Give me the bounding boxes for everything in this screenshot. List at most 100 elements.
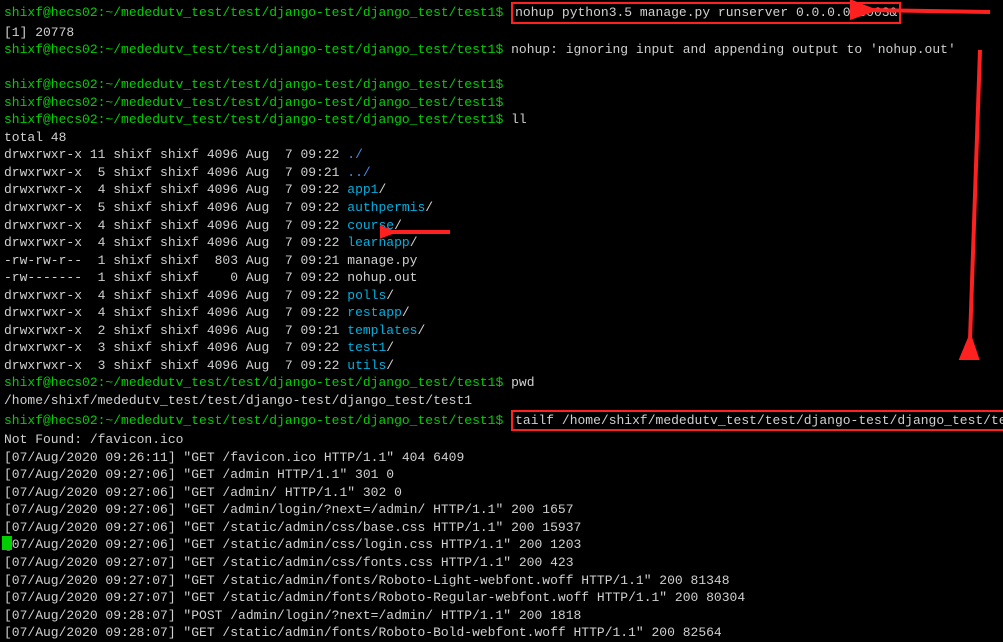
log-line-1: [07/Aug/2020 09:27:06] "GET /admin HTTP/…: [4, 466, 999, 484]
log-entry: [07/Aug/2020 09:27:06] "GET /admin HTTP/…: [4, 467, 394, 482]
shell-prompt: shixf@hecs02:~/mededutv_test/test/django…: [4, 112, 511, 127]
log-entry: [07/Aug/2020 09:26:11] "GET /favicon.ico…: [4, 450, 464, 465]
shell-prompt: shixf@hecs02:~/mededutv_test/test/django…: [4, 42, 511, 57]
ls-row-1: drwxrwxr-x 5 shixf shixf 4096 Aug 7 09:2…: [4, 164, 999, 182]
dir-slash: /: [386, 358, 394, 373]
file-name: nohup.out: [347, 270, 417, 285]
pwd-output-line: /home/shixf/mededutv_test/test/django-te…: [4, 392, 999, 410]
log-entry: [07/Aug/2020 09:27:06] "GET /admin/ HTTP…: [4, 485, 402, 500]
file-perms: drwxrwxr-x 3 shixf shixf 4096 Aug 7 09:2…: [4, 358, 347, 373]
ls-row-0: drwxrwxr-x 11 shixf shixf 4096 Aug 7 09:…: [4, 146, 999, 164]
cmd-line-tailf: shixf@hecs02:~/mededutv_test/test/django…: [4, 410, 999, 432]
file-name: polls: [347, 288, 386, 303]
job-id: [1] 20778: [4, 25, 74, 40]
ls-row-4: drwxrwxr-x 4 shixf shixf 4096 Aug 7 09:2…: [4, 217, 999, 235]
file-perms: drwxrwxr-x 4 shixf shixf 4096 Aug 7 09:2…: [4, 182, 347, 197]
file-name: course: [347, 218, 394, 233]
file-perms: drwxrwxr-x 5 shixf shixf 4096 Aug 7 09:2…: [4, 200, 347, 215]
shell-prompt: shixf@hecs02:~/mededutv_test/test/django…: [4, 375, 511, 390]
file-name: test1: [347, 340, 386, 355]
ls-row-8: drwxrwxr-x 4 shixf shixf 4096 Aug 7 09:2…: [4, 287, 999, 305]
file-name: utils: [347, 358, 386, 373]
nohup-msg-line: shixf@hecs02:~/mededutv_test/test/django…: [4, 41, 999, 59]
file-perms: drwxrwxr-x 4 shixf shixf 4096 Aug 7 09:2…: [4, 235, 347, 250]
log-line-8: [07/Aug/2020 09:27:07] "GET /static/admi…: [4, 589, 999, 607]
file-perms: drwxrwxr-x 4 shixf shixf 4096 Aug 7 09:2…: [4, 288, 347, 303]
file-name: app1: [347, 182, 378, 197]
highlight-nohup-command: nohup python3.5 manage.py runserver 0.0.…: [511, 2, 901, 24]
dir-slash: /: [378, 182, 386, 197]
log-line-7: [07/Aug/2020 09:27:07] "GET /static/admi…: [4, 572, 999, 590]
file-name: authpermis: [347, 200, 425, 215]
terminal-output[interactable]: shixf@hecs02:~/mededutv_test/test/django…: [4, 2, 999, 642]
dir-slash: /: [425, 200, 433, 215]
cmd-line-nohup: shixf@hecs02:~/mededutv_test/test/django…: [4, 2, 999, 24]
file-perms: drwxrwxr-x 4 shixf shixf 4096 Aug 7 09:2…: [4, 218, 347, 233]
log-line-6: [07/Aug/2020 09:27:07] "GET /static/admi…: [4, 554, 999, 572]
ls-row-6: -rw-rw-r-- 1 shixf shixf 803 Aug 7 09:21…: [4, 252, 999, 270]
log-entry: [07/Aug/2020 09:27:06] "GET /admin/login…: [4, 502, 574, 517]
ls-row-7: -rw------- 1 shixf shixf 0 Aug 7 09:22 n…: [4, 269, 999, 287]
file-name: ../: [347, 165, 370, 180]
file-perms: drwxrwxr-x 11 shixf shixf 4096 Aug 7 09:…: [4, 147, 347, 162]
cmd-line-ll: shixf@hecs02:~/mededutv_test/test/django…: [4, 111, 999, 129]
file-perms: drwxrwxr-x 5 shixf shixf 4096 Aug 7 09:2…: [4, 165, 347, 180]
ll-command: ll: [511, 112, 527, 127]
dir-slash: /: [386, 288, 394, 303]
log-entry: [07/Aug/2020 09:27:06] "GET /static/admi…: [4, 537, 581, 552]
log-line-9: [07/Aug/2020 09:28:07] "POST /admin/logi…: [4, 607, 999, 625]
total-line: total 48: [4, 130, 66, 145]
dir-slash: /: [402, 305, 410, 320]
cursor-indicator: [2, 536, 12, 550]
shell-prompt: shixf@hecs02:~/mededutv_test/test/django…: [4, 5, 511, 20]
empty-prompt-1: shixf@hecs02:~/mededutv_test/test/django…: [4, 76, 999, 94]
file-name: templates: [347, 323, 417, 338]
log-entry: [07/Aug/2020 09:27:06] "GET /static/admi…: [4, 520, 581, 535]
ls-row-5: drwxrwxr-x 4 shixf shixf 4096 Aug 7 09:2…: [4, 234, 999, 252]
ls-row-12: drwxrwxr-x 3 shixf shixf 4096 Aug 7 09:2…: [4, 357, 999, 375]
shell-prompt: shixf@hecs02:~/mededutv_test/test/django…: [4, 413, 511, 428]
log-entry: [07/Aug/2020 09:27:07] "GET /static/admi…: [4, 555, 574, 570]
file-name: ./: [347, 147, 363, 162]
log-entry: [07/Aug/2020 09:28:07] "POST /admin/logi…: [4, 608, 581, 623]
file-perms: drwxrwxr-x 3 shixf shixf 4096 Aug 7 09:2…: [4, 340, 347, 355]
log-entry: [07/Aug/2020 09:27:07] "GET /static/admi…: [4, 573, 730, 588]
file-name: manage.py: [347, 253, 417, 268]
log-line-10: [07/Aug/2020 09:28:07] "GET /static/admi…: [4, 624, 999, 642]
dir-slash: /: [410, 235, 418, 250]
file-perms: -rw-rw-r-- 1 shixf shixf 803 Aug 7 09:21: [4, 253, 347, 268]
log-line-0: [07/Aug/2020 09:26:11] "GET /favicon.ico…: [4, 449, 999, 467]
log-entry: [07/Aug/2020 09:27:07] "GET /static/admi…: [4, 590, 745, 605]
log-entry: [07/Aug/2020 09:28:07] "GET /static/admi…: [4, 625, 722, 640]
notfound-line: Not Found: /favicon.ico: [4, 432, 183, 447]
pwd-command: pwd: [511, 375, 534, 390]
dir-slash: /: [386, 340, 394, 355]
pwd-output: /home/shixf/mededutv_test/test/django-te…: [4, 393, 472, 408]
file-name: restapp: [347, 305, 402, 320]
blank-line: [4, 59, 999, 77]
ls-row-10: drwxrwxr-x 2 shixf shixf 4096 Aug 7 09:2…: [4, 322, 999, 340]
log-line-4: [07/Aug/2020 09:27:06] "GET /static/admi…: [4, 519, 999, 537]
log-line-5: [07/Aug/2020 09:27:06] "GET /static/admi…: [4, 536, 999, 554]
shell-prompt: shixf@hecs02:~/mededutv_test/test/django…: [4, 77, 511, 92]
job-line: [1] 20778: [4, 24, 999, 42]
cmd-line-pwd: shixf@hecs02:~/mededutv_test/test/django…: [4, 374, 999, 392]
total-line: total 48: [4, 129, 999, 147]
file-perms: drwxrwxr-x 2 shixf shixf 4096 Aug 7 09:2…: [4, 323, 347, 338]
nohup-message: nohup: ignoring input and appending outp…: [511, 42, 956, 57]
dir-slash: /: [394, 218, 402, 233]
ls-row-3: drwxrwxr-x 5 shixf shixf 4096 Aug 7 09:2…: [4, 199, 999, 217]
log-line-3: [07/Aug/2020 09:27:06] "GET /admin/login…: [4, 501, 999, 519]
shell-prompt: shixf@hecs02:~/mededutv_test/test/django…: [4, 95, 511, 110]
file-perms: -rw------- 1 shixf shixf 0 Aug 7 09:22: [4, 270, 347, 285]
file-perms: drwxrwxr-x 4 shixf shixf 4096 Aug 7 09:2…: [4, 305, 347, 320]
highlight-tailf-command: tailf /home/shixf/mededutv_test/test/dja…: [511, 410, 1003, 432]
ls-row-11: drwxrwxr-x 3 shixf shixf 4096 Aug 7 09:2…: [4, 339, 999, 357]
log-line-2: [07/Aug/2020 09:27:06] "GET /admin/ HTTP…: [4, 484, 999, 502]
ls-row-2: drwxrwxr-x 4 shixf shixf 4096 Aug 7 09:2…: [4, 181, 999, 199]
notfound-line: Not Found: /favicon.ico: [4, 431, 999, 449]
ls-row-9: drwxrwxr-x 4 shixf shixf 4096 Aug 7 09:2…: [4, 304, 999, 322]
file-name: learnapp: [347, 235, 409, 250]
dir-slash: /: [417, 323, 425, 338]
empty-prompt-2: shixf@hecs02:~/mededutv_test/test/django…: [4, 94, 999, 112]
